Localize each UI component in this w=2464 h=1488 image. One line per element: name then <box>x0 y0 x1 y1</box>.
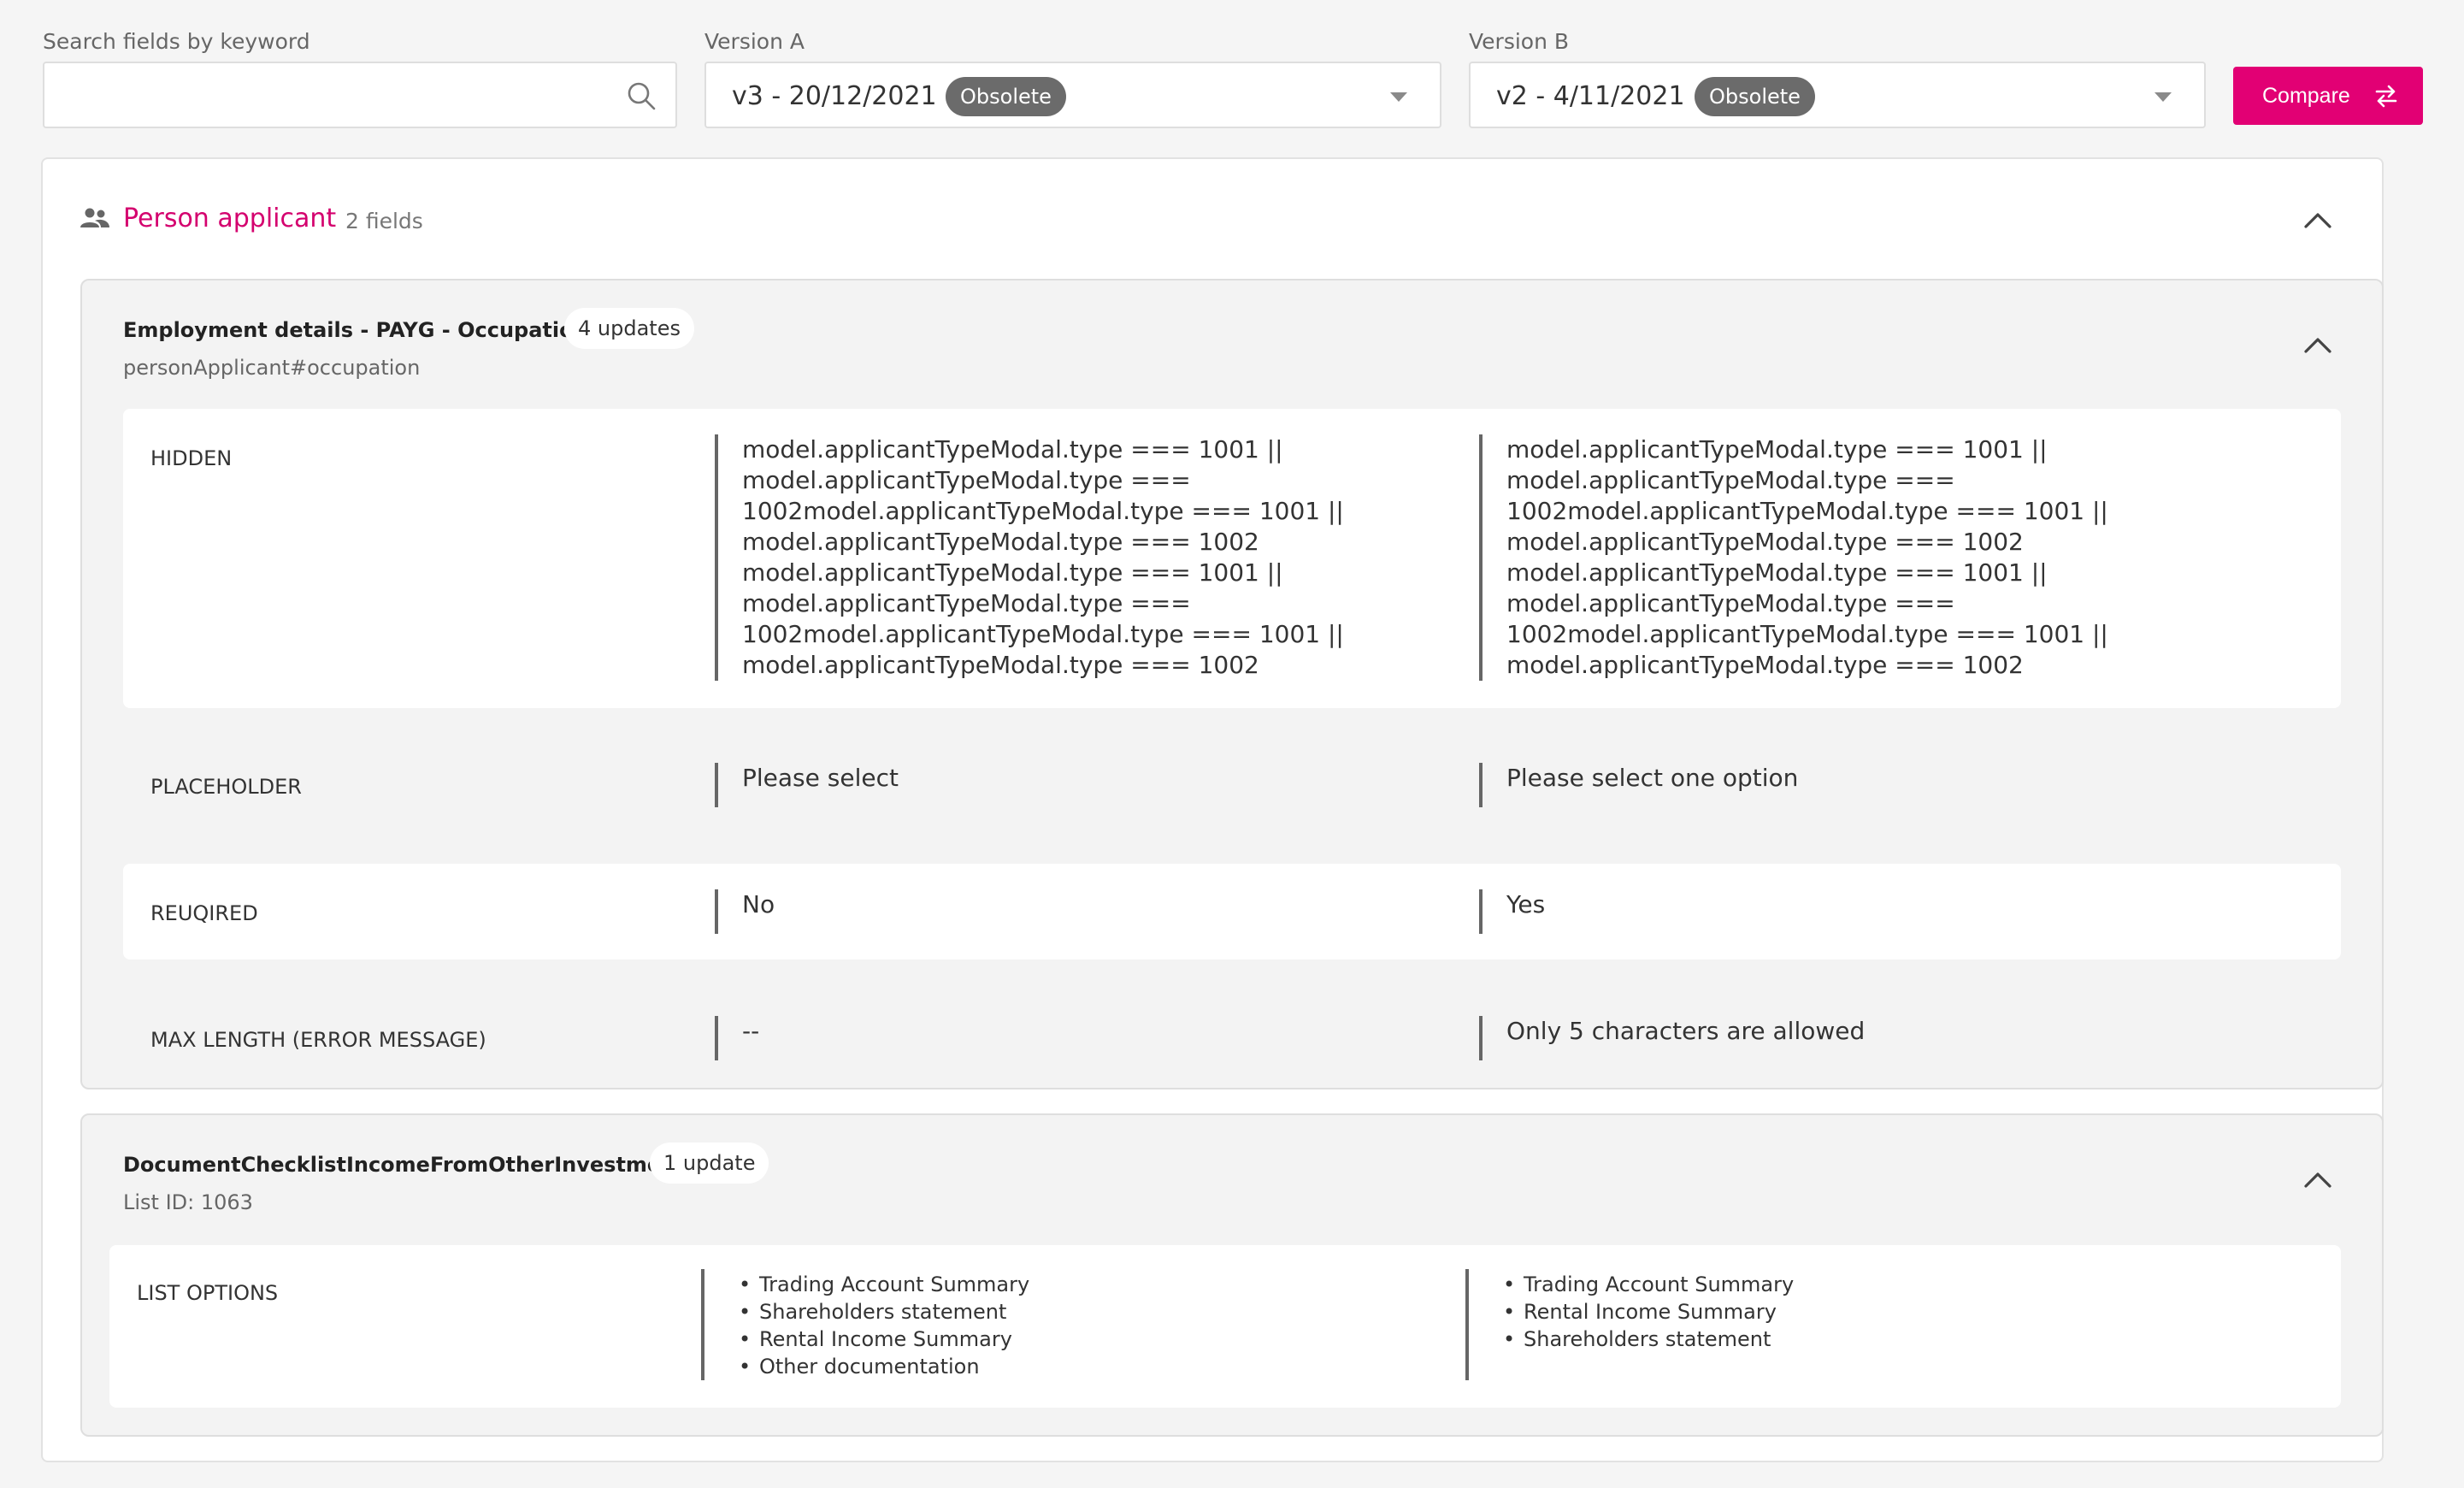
list-item: Shareholders statement <box>1503 1326 1794 1353</box>
diff-row <box>109 1245 2341 1408</box>
list-item: Trading Account Summary <box>739 1271 1029 1298</box>
diff-divider <box>1479 889 1483 934</box>
version-b-value: v2 - 4/11/2021 <box>1496 81 1685 111</box>
chevron-down-icon[interactable] <box>2155 92 2172 102</box>
list-item: Rental Income Summary <box>739 1326 1029 1353</box>
search-input[interactable] <box>43 62 677 128</box>
compare-button[interactable]: Compare <box>2233 67 2423 125</box>
field-key: List ID: 1063 <box>123 1190 253 1214</box>
version-b-status-badge: Obsolete <box>1695 77 1815 116</box>
property-label: MAX LENGTH (ERROR MESSAGE) <box>150 1028 486 1052</box>
search-label: Search fields by keyword <box>43 29 310 54</box>
diff-divider <box>1465 1269 1469 1380</box>
version-a-value: No <box>742 890 775 918</box>
version-b-select[interactable]: v2 - 4/11/2021 Obsolete <box>1469 62 2206 128</box>
section-title[interactable]: Person applicant <box>123 204 336 233</box>
diff-divider <box>715 889 718 934</box>
updates-badge: 1 update <box>650 1143 769 1184</box>
chevron-down-icon[interactable] <box>1390 92 1407 102</box>
version-a-value-lines: model.applicantTypeModal.type === 1001 |… <box>742 435 1344 679</box>
diff-divider <box>701 1269 704 1380</box>
compare-button-label: Compare <box>2262 84 2350 108</box>
list-item: Rental Income Summary <box>1503 1298 1794 1326</box>
diff-row <box>123 864 2341 960</box>
version-b-value: Only 5 characters are allowed <box>1506 1017 1866 1045</box>
list-item: Shareholders statement <box>739 1298 1029 1326</box>
property-label: PLACEHOLDER <box>150 775 302 799</box>
version-b-value: Yes <box>1506 890 1546 918</box>
version-a-status-badge: Obsolete <box>946 77 1066 116</box>
diff-divider <box>715 434 718 681</box>
version-a-value: -- <box>742 1017 760 1045</box>
updates-badge: 4 updates <box>564 308 694 349</box>
version-b-label: Version B <box>1469 29 1570 54</box>
version-b-options-list: Trading Account Summary Rental Income Su… <box>1503 1271 1794 1353</box>
chevron-up-icon[interactable] <box>2303 1170 2332 1189</box>
version-b-value: Please select one option <box>1506 764 1799 792</box>
property-label: REUQIRED <box>150 901 258 925</box>
diff-divider <box>1479 434 1483 681</box>
field-title: Employment details - PAYG - Occupation <box>123 318 588 342</box>
version-a-label: Version A <box>704 29 805 54</box>
people-icon <box>80 208 109 227</box>
field-title: DocumentChecklistIncomeFromOtherInvestme… <box>123 1153 699 1177</box>
diff-divider <box>1479 1016 1483 1060</box>
version-a-value: Please select <box>742 764 899 792</box>
version-b-value-lines: model.applicantTypeModal.type === 1001 |… <box>1506 435 2108 679</box>
version-a-select[interactable]: v3 - 20/12/2021 Obsolete <box>704 62 1441 128</box>
version-a-value: v3 - 20/12/2021 <box>732 81 937 111</box>
field-key: personApplicant#occupation <box>123 356 421 380</box>
diff-divider <box>715 1016 718 1060</box>
diff-divider <box>715 763 718 807</box>
list-item: Other documentation <box>739 1353 1029 1380</box>
list-item: Trading Account Summary <box>1503 1271 1794 1298</box>
diff-divider <box>1479 763 1483 807</box>
chevron-up-icon[interactable] <box>2303 335 2332 354</box>
search-icon[interactable] <box>626 80 657 111</box>
swap-arrows-icon <box>2375 85 2397 108</box>
version-a-options-list: Trading Account Summary Shareholders sta… <box>739 1271 1029 1380</box>
property-label: HIDDEN <box>150 446 233 470</box>
property-label: LIST OPTIONS <box>137 1281 279 1305</box>
chevron-up-icon[interactable] <box>2303 210 2332 229</box>
section-field-count: 2 fields <box>345 209 423 233</box>
